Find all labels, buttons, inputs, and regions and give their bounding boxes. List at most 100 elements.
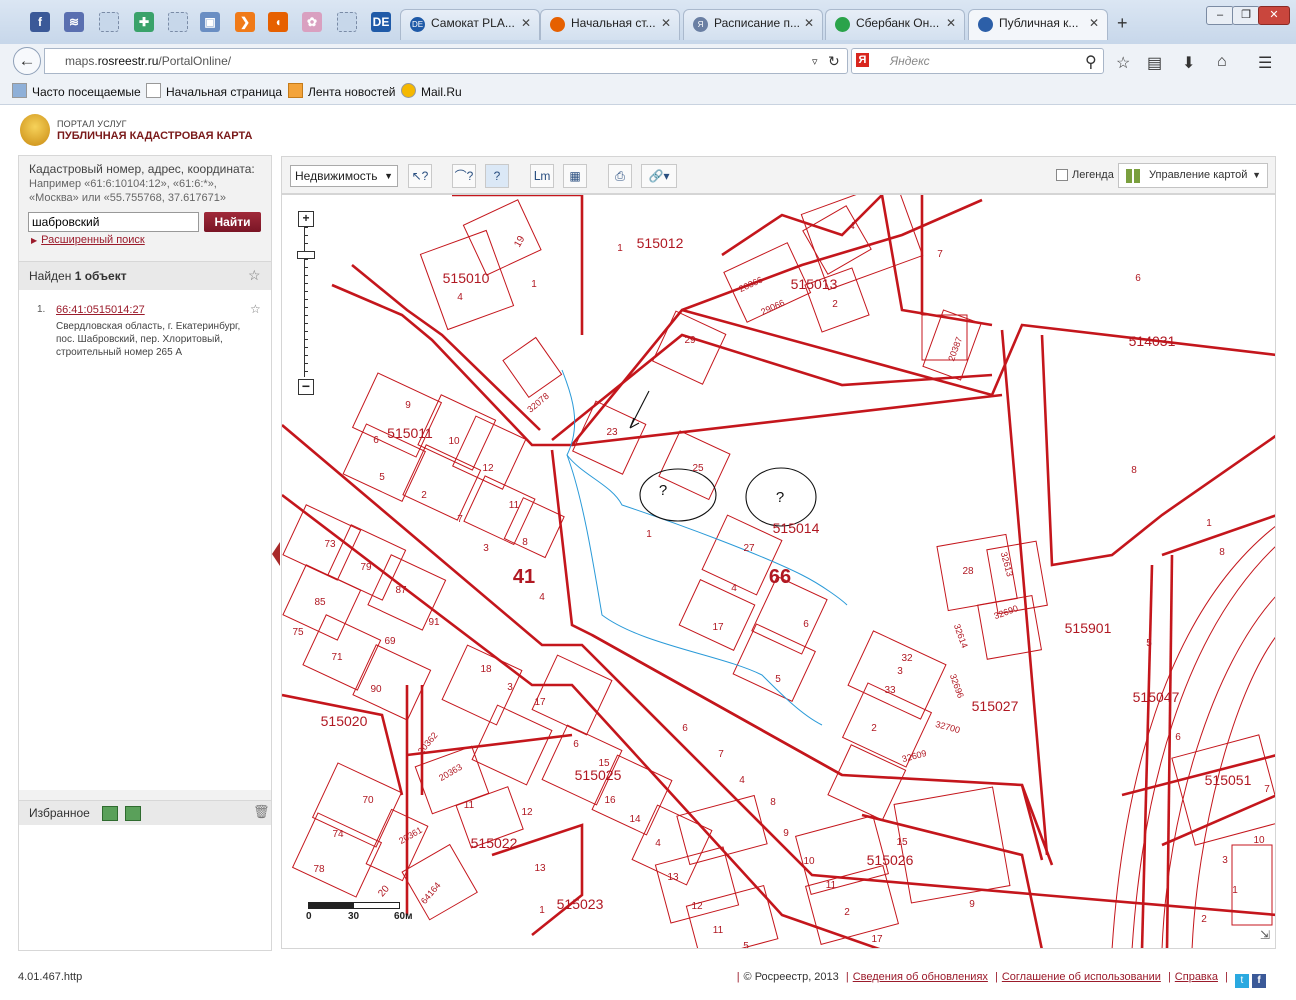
area-info-icon[interactable]: ⌒? [452, 164, 476, 188]
parcel-label: 1 [1206, 518, 1212, 529]
search-icon[interactable]: ⚲ [1085, 52, 1097, 72]
close-tab-icon[interactable]: ✕ [1089, 16, 1099, 30]
zoom-out-button[interactable]: − [298, 379, 314, 395]
link-icon[interactable]: 🔗▾ [641, 164, 677, 188]
blank-page-icon[interactable] [168, 12, 188, 32]
navigation-bar: ← maps.rosreestr.ru/PortalOnline/ ▿ ↻ Ян… [0, 44, 1296, 76]
browser-tab[interactable]: Сбербанк Он... ✕ [825, 9, 965, 40]
parcel-label: 6 [373, 435, 379, 446]
new-tab-button[interactable]: + [1117, 13, 1128, 34]
parcel-label: 32614 [952, 623, 970, 650]
facebook-icon[interactable]: f [30, 12, 50, 32]
parcel-label: 5 [1146, 638, 1152, 649]
reload-icon[interactable]: ↻ [828, 53, 840, 70]
close-window-button[interactable]: ✕ [1258, 6, 1290, 25]
coat-of-arms-logo[interactable] [20, 114, 50, 146]
select-info-icon[interactable]: ↖? [408, 164, 432, 188]
trash-icon[interactable]: 🗑 [253, 804, 270, 820]
blank-page-icon[interactable] [99, 12, 119, 32]
legend-checkbox[interactable] [1056, 169, 1068, 181]
parcel-label: 4 [849, 221, 855, 232]
home-icon[interactable]: ⌂ [1217, 53, 1227, 71]
search-example-2: «Москва» или «55.755768, 37.617671» [29, 192, 226, 204]
bookmark-mailru[interactable]: Mail.Ru [401, 83, 462, 99]
search-placeholder: Яндекс [890, 54, 930, 68]
results-header: Найден 1 объект ☆ [19, 261, 271, 291]
plus-green-icon[interactable]: ✚ [134, 12, 154, 32]
close-tab-icon[interactable]: ✕ [804, 16, 814, 30]
yandex-icon[interactable]: Я [856, 53, 869, 67]
parcel-label: 29066 [759, 297, 786, 317]
dropdown-arrow-icon[interactable]: ▿ [812, 55, 818, 68]
firefox-icon[interactable]: ◖ [268, 12, 288, 32]
cadastral-map[interactable]: ?? 515012 515010 515013 514031 515011 515014 5… [281, 194, 1276, 949]
map-toolbar: Недвижимость ▼ ↖? ⌒? ? ᒪm ▦ ⎙ 🔗▾ Легенда… [281, 156, 1276, 194]
layer-select-value: Недвижимость [295, 169, 378, 183]
parcel-label: 20 [376, 883, 392, 899]
parcel-label: 2 [1201, 914, 1207, 925]
favorite-star-icon[interactable]: ☆ [250, 302, 261, 316]
advanced-search-link[interactable]: ▶ Расширенный поиск [31, 234, 145, 246]
bookmark-star-icon[interactable]: ☆ [1116, 53, 1130, 73]
bookmark-home-page[interactable]: Начальная страница [146, 83, 282, 99]
collapse-panel-arrow-icon[interactable] [272, 542, 280, 566]
play-orange-icon[interactable]: ❯ [235, 12, 255, 32]
close-tab-icon[interactable]: ✕ [946, 16, 956, 30]
measure-area-icon[interactable]: ▦ [563, 164, 587, 188]
close-tab-icon[interactable]: ✕ [661, 16, 671, 30]
import-excel-icon[interactable] [125, 806, 141, 821]
map-canvas[interactable]: ?? 515012515010 5150135140315150115150145… [282, 195, 1276, 949]
parcel-label: 17 [534, 697, 546, 708]
find-button[interactable]: Найти [204, 212, 261, 232]
measure-distance-icon[interactable]: ᒪm [530, 164, 554, 188]
url-prefix: maps. [65, 54, 98, 68]
footer-link-terms[interactable]: Соглашение об использовании [1002, 971, 1161, 983]
bookmark-label: Часто посещаемые [32, 85, 141, 99]
menu-icon[interactable]: ☰ [1258, 53, 1272, 73]
address-bar[interactable]: maps.rosreestr.ru/PortalOnline/ [44, 48, 848, 74]
maximize-button[interactable]: ❐ [1232, 6, 1260, 25]
scale-label-0: 0 [306, 911, 312, 922]
browser-tab[interactable]: Начальная ст... ✕ [540, 9, 680, 40]
parcel-label: 8 [770, 797, 776, 808]
parcel-label: 10 [448, 436, 460, 447]
puzzle-icon[interactable]: ✿ [302, 12, 322, 32]
browser-tab[interactable]: Публичная к... ✕ [968, 9, 1108, 40]
search-engine-field[interactable]: Яндекс [851, 48, 1104, 74]
search-input[interactable] [28, 212, 199, 232]
app-icon[interactable]: ▣ [200, 12, 220, 32]
result-cadastral-link[interactable]: 66:41:0515014:27 [56, 304, 145, 316]
star-icon[interactable]: ☆ [248, 267, 261, 284]
footer-link-help[interactable]: Справка [1175, 971, 1218, 983]
twitter-icon[interactable]: t [1234, 974, 1249, 988]
de-icon[interactable]: DE [371, 12, 391, 32]
tab-label: Самокат PLA... [431, 16, 515, 30]
resize-corner-icon[interactable]: ⇲ [1260, 928, 1270, 942]
identify-icon[interactable]: ? [485, 164, 509, 188]
blank-page-icon[interactable] [337, 12, 357, 32]
zoom-in-button[interactable]: + [298, 211, 314, 227]
minimize-button[interactable]: – [1206, 6, 1234, 25]
download-icon[interactable]: ⬇ [1182, 53, 1195, 73]
footer-link-updates[interactable]: Сведения об обновлениях [853, 971, 988, 983]
parcel-label: 20363 [437, 762, 464, 783]
export-excel-icon[interactable] [102, 806, 118, 821]
wifi-icon[interactable]: ≋ [64, 12, 84, 32]
block-label: 515027 [972, 698, 1019, 714]
zoom-track[interactable] [304, 227, 308, 377]
parcel-label: 23 [606, 427, 618, 438]
portal-title[interactable]: ПУБЛИЧНАЯ КАДАСТРОВАЯ КАРТА [57, 130, 252, 142]
print-icon[interactable]: ⎙ [608, 164, 632, 188]
bookmarks-list-icon[interactable]: ▤ [1147, 53, 1162, 73]
parcel-label: 7 [718, 749, 724, 760]
layer-select[interactable]: Недвижимость ▼ [290, 165, 398, 187]
bookmark-most-visited[interactable]: Часто посещаемые [12, 83, 141, 99]
zoom-handle[interactable] [297, 251, 315, 259]
bookmark-news-feed[interactable]: Лента новостей [288, 83, 396, 99]
close-tab-icon[interactable]: ✕ [521, 16, 531, 30]
facebook-icon[interactable]: f [1252, 974, 1266, 988]
back-button[interactable]: ← [13, 47, 41, 75]
browser-tab[interactable]: Я Расписание п... ✕ [683, 9, 823, 40]
browser-tab[interactable]: DE Самокат PLA... ✕ [400, 9, 540, 40]
map-control-dropdown[interactable]: Управление картой ▼ [1118, 163, 1268, 188]
